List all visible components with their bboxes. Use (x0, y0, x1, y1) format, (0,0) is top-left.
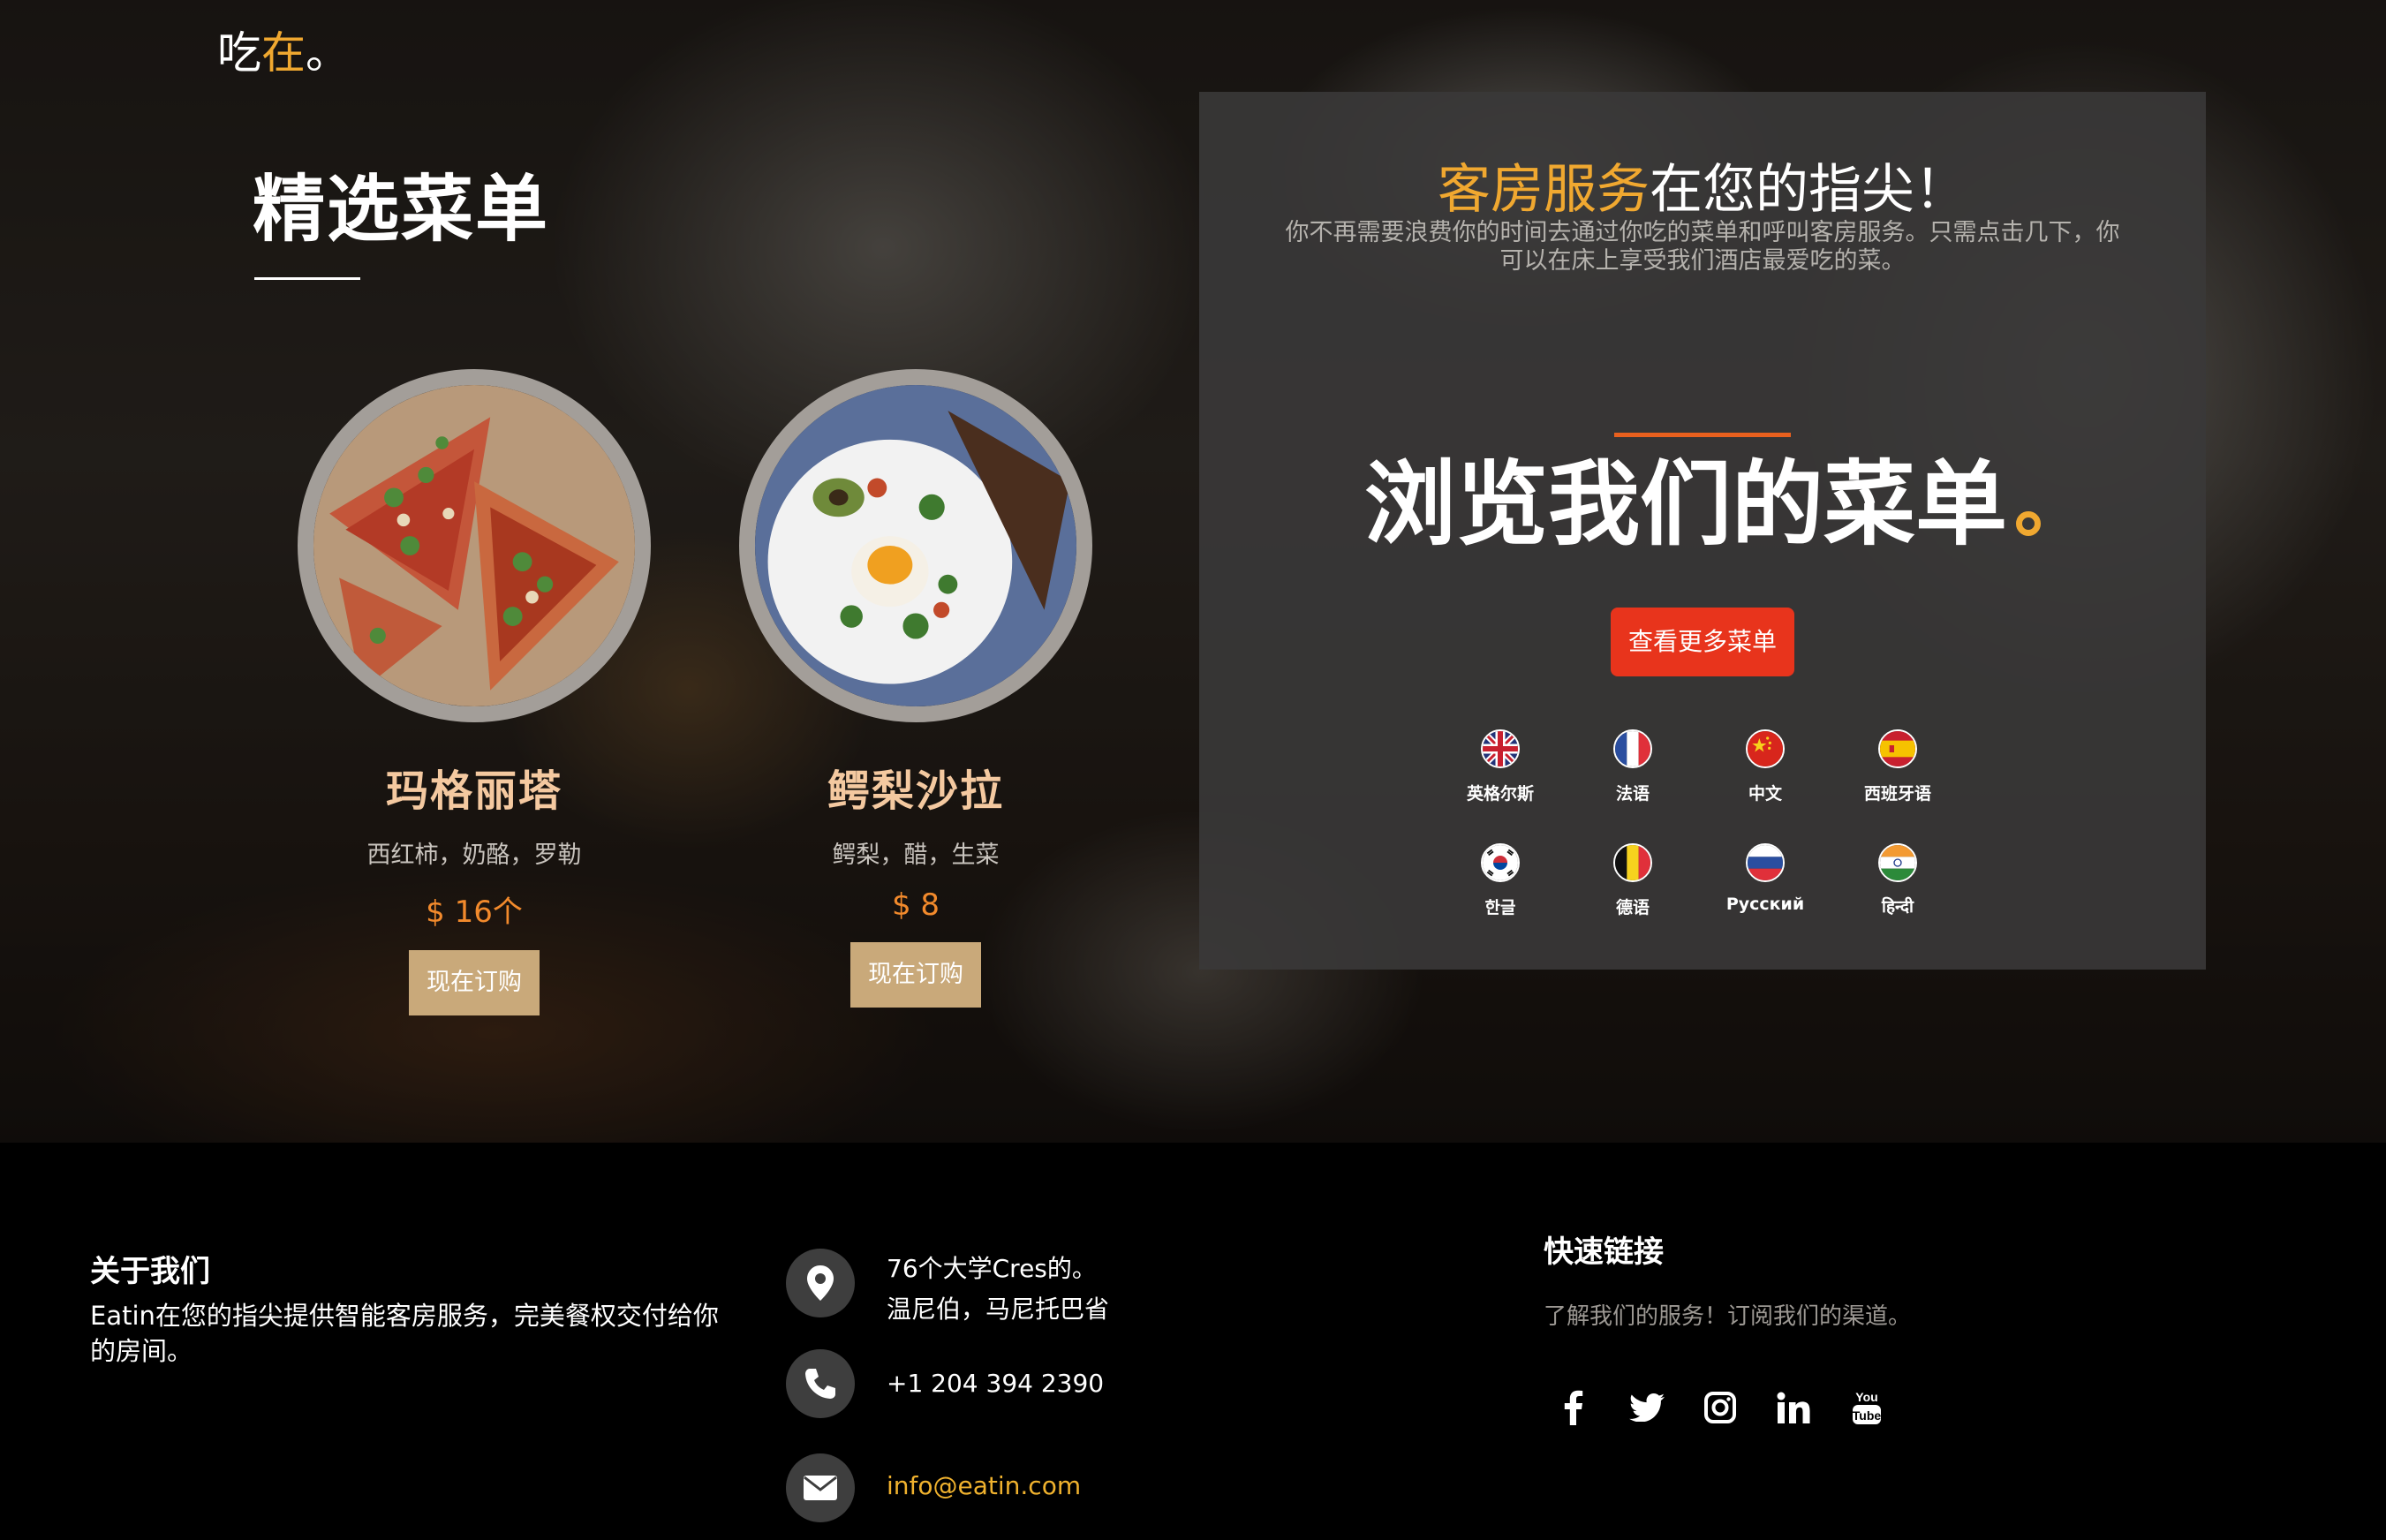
circle-dot-icon (2016, 511, 2041, 536)
language-option-chinese[interactable]: 中文 (1699, 729, 1831, 804)
language-option-hindi[interactable]: हिन्दी (1831, 843, 1964, 918)
youtube-icon[interactable]: You Tube (1847, 1388, 1886, 1427)
quick-links-text: 了解我们的服务！订阅我们的渠道。 (1544, 1303, 1912, 1330)
dish-price: $ 16个 (426, 895, 523, 930)
svg-text:Tube: Tube (1853, 1408, 1882, 1423)
avocado-salad-image (739, 369, 1092, 722)
pizza-image (298, 369, 651, 722)
language-option-russian[interactable]: Русский (1699, 843, 1831, 918)
linkedin-icon[interactable] (1774, 1388, 1813, 1427)
belgium-flag-icon (1613, 843, 1652, 882)
language-option-english[interactable]: 英格尔斯 (1434, 729, 1567, 804)
language-option-french[interactable]: 法语 (1567, 729, 1699, 804)
social-links: You Tube (1554, 1388, 1921, 1427)
about-heading: 关于我们 (90, 1254, 210, 1289)
svg-text:You: You (1855, 1390, 1877, 1404)
language-option-german[interactable]: 德语 (1567, 843, 1699, 918)
title-underline (254, 277, 360, 280)
language-selector: 英格尔斯 法语 中文 西班牙语 한글 德语 Русский हिन्दी (1434, 729, 1964, 918)
quick-links-heading: 快速链接 (1544, 1234, 1664, 1270)
dish-name: 玛格丽塔 (385, 766, 563, 816)
room-service-title: 客房服务在您的指尖！ (1438, 159, 1967, 221)
menu-card-margherita: 玛格丽塔 西红柿，奶酪，罗勒 $ 16个 现在订购 (298, 369, 651, 1015)
map-pin-icon (786, 1249, 855, 1317)
language-option-korean[interactable]: 한글 (1434, 843, 1567, 918)
russia-flag-icon (1746, 843, 1785, 882)
order-now-button[interactable]: 现在订购 (409, 950, 540, 1015)
korea-flag-icon (1481, 843, 1520, 882)
room-service-panel: 客房服务在您的指尖！ 你不再需要浪费你的时间去通过你吃的菜单和呼叫客房服务。只需… (1199, 92, 2206, 970)
facebook-icon[interactable] (1554, 1388, 1593, 1427)
instagram-icon[interactable] (1701, 1388, 1740, 1427)
phone-row: +1 204 394 2390 (786, 1349, 1104, 1418)
envelope-icon (786, 1453, 855, 1522)
china-flag-icon (1746, 729, 1785, 768)
featured-menu-title: 精选菜单 (253, 167, 550, 252)
email-link[interactable]: info@eatin.com (887, 1466, 1081, 1506)
address-text: 76个大学Cres的。 温尼伯，马尼托巴省 (887, 1254, 1110, 1324)
twitter-icon[interactable] (1627, 1388, 1666, 1427)
uk-flag-icon (1481, 729, 1520, 768)
spain-flag-icon (1878, 729, 1917, 768)
dish-description: 西红柿，奶酪，罗勒 (366, 842, 582, 869)
tagline: 吃在。 (217, 27, 350, 79)
dish-price: $ 8 (891, 887, 940, 923)
phone-icon (786, 1349, 855, 1418)
order-now-button[interactable]: 现在订购 (850, 942, 981, 1008)
browse-title-accent-line (1614, 433, 1791, 437)
dish-name: 鳄梨沙拉 (827, 766, 1004, 816)
dish-description: 鳄梨，醋，生菜 (832, 842, 1000, 869)
india-flag-icon (1878, 843, 1917, 882)
browse-menu-title: 浏览我们的菜单 (1199, 429, 2206, 562)
france-flag-icon (1613, 729, 1652, 768)
address-row: 76个大学Cres的。 温尼伯，马尼托巴省 (786, 1249, 1109, 1330)
language-option-spanish[interactable]: 西班牙语 (1831, 729, 1964, 804)
email-row: info@eatin.com (786, 1453, 1081, 1522)
hero-section: 吃在。 精选菜单 玛格丽塔 西红柿，奶酪，罗勒 $ 16个 现在订购 鳄梨沙拉 … (0, 0, 2386, 1143)
footer: 关于我们 Eatin在您的指尖提供智能客房服务，完美餐权交付给你的房间。 76个… (0, 1143, 2386, 1540)
menu-card-avocado-salad: 鳄梨沙拉 鳄梨，醋，生菜 $ 8 现在订购 (739, 369, 1092, 1008)
view-more-menu-button[interactable]: 查看更多菜单 (1611, 608, 1794, 676)
about-text: Eatin在您的指尖提供智能客房服务，完美餐权交付给你的房间。 (90, 1301, 719, 1366)
room-service-subtitle: 你不再需要浪费你的时间去通过你吃的菜单和呼叫客房服务。只需点击几下，你可以在床上… (1285, 219, 2120, 275)
phone-number[interactable]: +1 204 394 2390 (887, 1363, 1104, 1404)
